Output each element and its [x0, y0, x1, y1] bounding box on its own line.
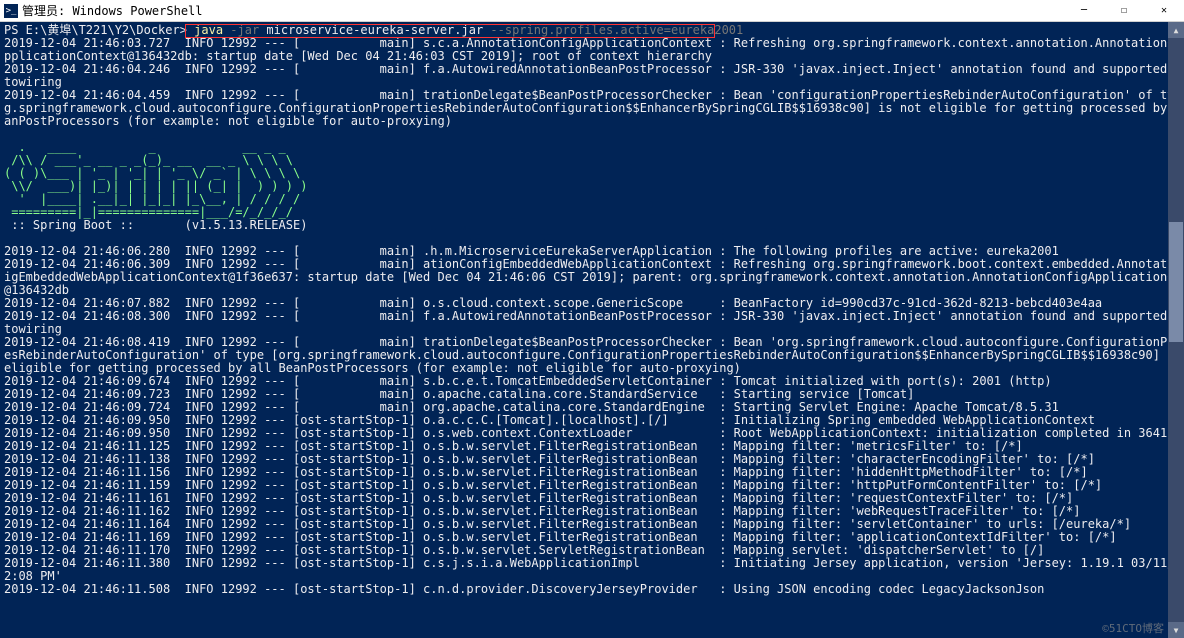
powershell-icon: >_ — [4, 4, 18, 18]
log-line: 2019-12-04 21:46:11.162 INFO 12992 --- [… — [4, 504, 1080, 518]
log-line: towiring — [4, 75, 62, 89]
log-line: towiring — [4, 322, 62, 336]
log-line: anPostProcessors (for example: not eligi… — [4, 114, 452, 128]
log-line: 2:08 PM' — [4, 569, 62, 583]
banner-line: ' |____| .__|_| |_|_| |_\__, | / / / / — [4, 192, 300, 206]
log-line: pplicationContext@136432db: startup date… — [4, 49, 712, 63]
log-line: 2019-12-04 21:46:11.170 INFO 12992 --- [… — [4, 543, 1044, 557]
log-line: 2019-12-04 21:46:11.156 INFO 12992 --- [… — [4, 465, 1088, 479]
prompt-prefix: PS E:\黄埠\T221\Y2\Docker> — [4, 23, 194, 37]
log-line: 2019-12-04 21:46:06.309 INFO 12992 --- [… — [4, 257, 1184, 271]
log-line: 2019-12-04 21:46:11.508 INFO 12992 --- [… — [4, 582, 1044, 596]
log-line: 2019-12-04 21:46:08.419 INFO 12992 --- [… — [4, 335, 1184, 349]
banner-line: /\\ / ___'_ __ _ _(_)_ __ __ _ \ \ \ \ — [4, 153, 293, 167]
log-line: 2019-12-04 21:46:07.882 INFO 12992 --- [… — [4, 296, 1102, 310]
log-line: 2019-12-04 21:46:04.246 INFO 12992 --- [… — [4, 62, 1184, 76]
log-line: 2019-12-04 21:46:11.164 INFO 12992 --- [… — [4, 517, 1131, 531]
log-line: eligible for getting processed by all Be… — [4, 361, 741, 375]
log-line: 2019-12-04 21:46:11.138 INFO 12992 --- [… — [4, 452, 1095, 466]
log-line: 2019-12-04 21:46:09.950 INFO 12992 --- [… — [4, 413, 1095, 427]
terminal-content[interactable]: PS E:\黄埠\T221\Y2\Docker> java -jar micro… — [0, 22, 1184, 638]
banner-line: . ____ _ __ _ _ — [4, 140, 286, 154]
log-line: 2019-12-04 21:46:09.724 INFO 12992 --- [… — [4, 400, 1059, 414]
log-line: @136432db — [4, 283, 69, 297]
banner-line: =========|_|==============|___/=/_/_/_/ — [4, 205, 293, 219]
log-line: 2019-12-04 21:46:09.950 INFO 12992 --- [… — [4, 426, 1184, 440]
log-line: igEmbeddedWebApplicationContext@1f36e637… — [4, 270, 1184, 284]
close-button[interactable]: ✕ — [1144, 0, 1184, 22]
log-line: 2019-12-04 21:46:03.727 INFO 12992 --- [… — [4, 36, 1184, 50]
scrollbar[interactable]: ▲ ▼ — [1168, 22, 1184, 638]
minimize-button[interactable]: ─ — [1064, 0, 1104, 22]
log-line: 2019-12-04 21:46:06.280 INFO 12992 --- [… — [4, 244, 1059, 258]
banner-line: ( ( )\___ | '_ | '_| | '_ \/ _` | \ \ \ … — [4, 166, 300, 180]
cmd-profile: --spring.profiles.active=eureka2001 — [490, 23, 743, 37]
log-line: 2019-12-04 21:46:04.459 INFO 12992 --- [… — [4, 88, 1184, 102]
log-line: 2019-12-04 21:46:09.723 INFO 12992 --- [… — [4, 387, 914, 401]
cmd-jar-flag: -jar — [230, 23, 259, 37]
window-title: 管理员: Windows PowerShell — [22, 2, 203, 19]
banner-boot: :: Spring Boot :: (v1.5.13.RELEASE) — [4, 218, 307, 232]
banner-line: \\/ ___)| |_)| | | | | || (_| | ) ) ) ) — [4, 179, 307, 193]
log-line: 2019-12-04 21:46:11.125 INFO 12992 --- [… — [4, 439, 1023, 453]
window-controls: ─ ☐ ✕ — [1064, 0, 1184, 22]
scroll-up-arrow[interactable]: ▲ — [1168, 22, 1184, 38]
log-line: 2019-12-04 21:46:11.169 INFO 12992 --- [… — [4, 530, 1117, 544]
log-line: g.springframework.cloud.autoconfigure.Co… — [4, 101, 1184, 115]
window-titlebar: >_ 管理员: Windows PowerShell ─ ☐ ✕ — [0, 0, 1184, 22]
maximize-button[interactable]: ☐ — [1104, 0, 1144, 22]
cmd-java: java — [194, 23, 230, 37]
scroll-down-arrow[interactable]: ▼ — [1168, 622, 1184, 638]
cmd-jarfile: microservice-eureka-server.jar — [259, 23, 490, 37]
scroll-thumb[interactable] — [1169, 222, 1183, 342]
log-line: 2019-12-04 21:46:11.161 INFO 12992 --- [… — [4, 491, 1073, 505]
log-line: 2019-12-04 21:46:11.159 INFO 12992 --- [… — [4, 478, 1102, 492]
log-line: 2019-12-04 21:46:11.380 INFO 12992 --- [… — [4, 556, 1184, 570]
titlebar-left: >_ 管理员: Windows PowerShell — [4, 2, 203, 19]
watermark: ©51CTO博客 — [1102, 620, 1164, 636]
log-line: 2019-12-04 21:46:09.674 INFO 12992 --- [… — [4, 374, 1052, 388]
log-line: esRebinderAutoConfiguration' of type [or… — [4, 348, 1184, 362]
log-line: 2019-12-04 21:46:08.300 INFO 12992 --- [… — [4, 309, 1184, 323]
